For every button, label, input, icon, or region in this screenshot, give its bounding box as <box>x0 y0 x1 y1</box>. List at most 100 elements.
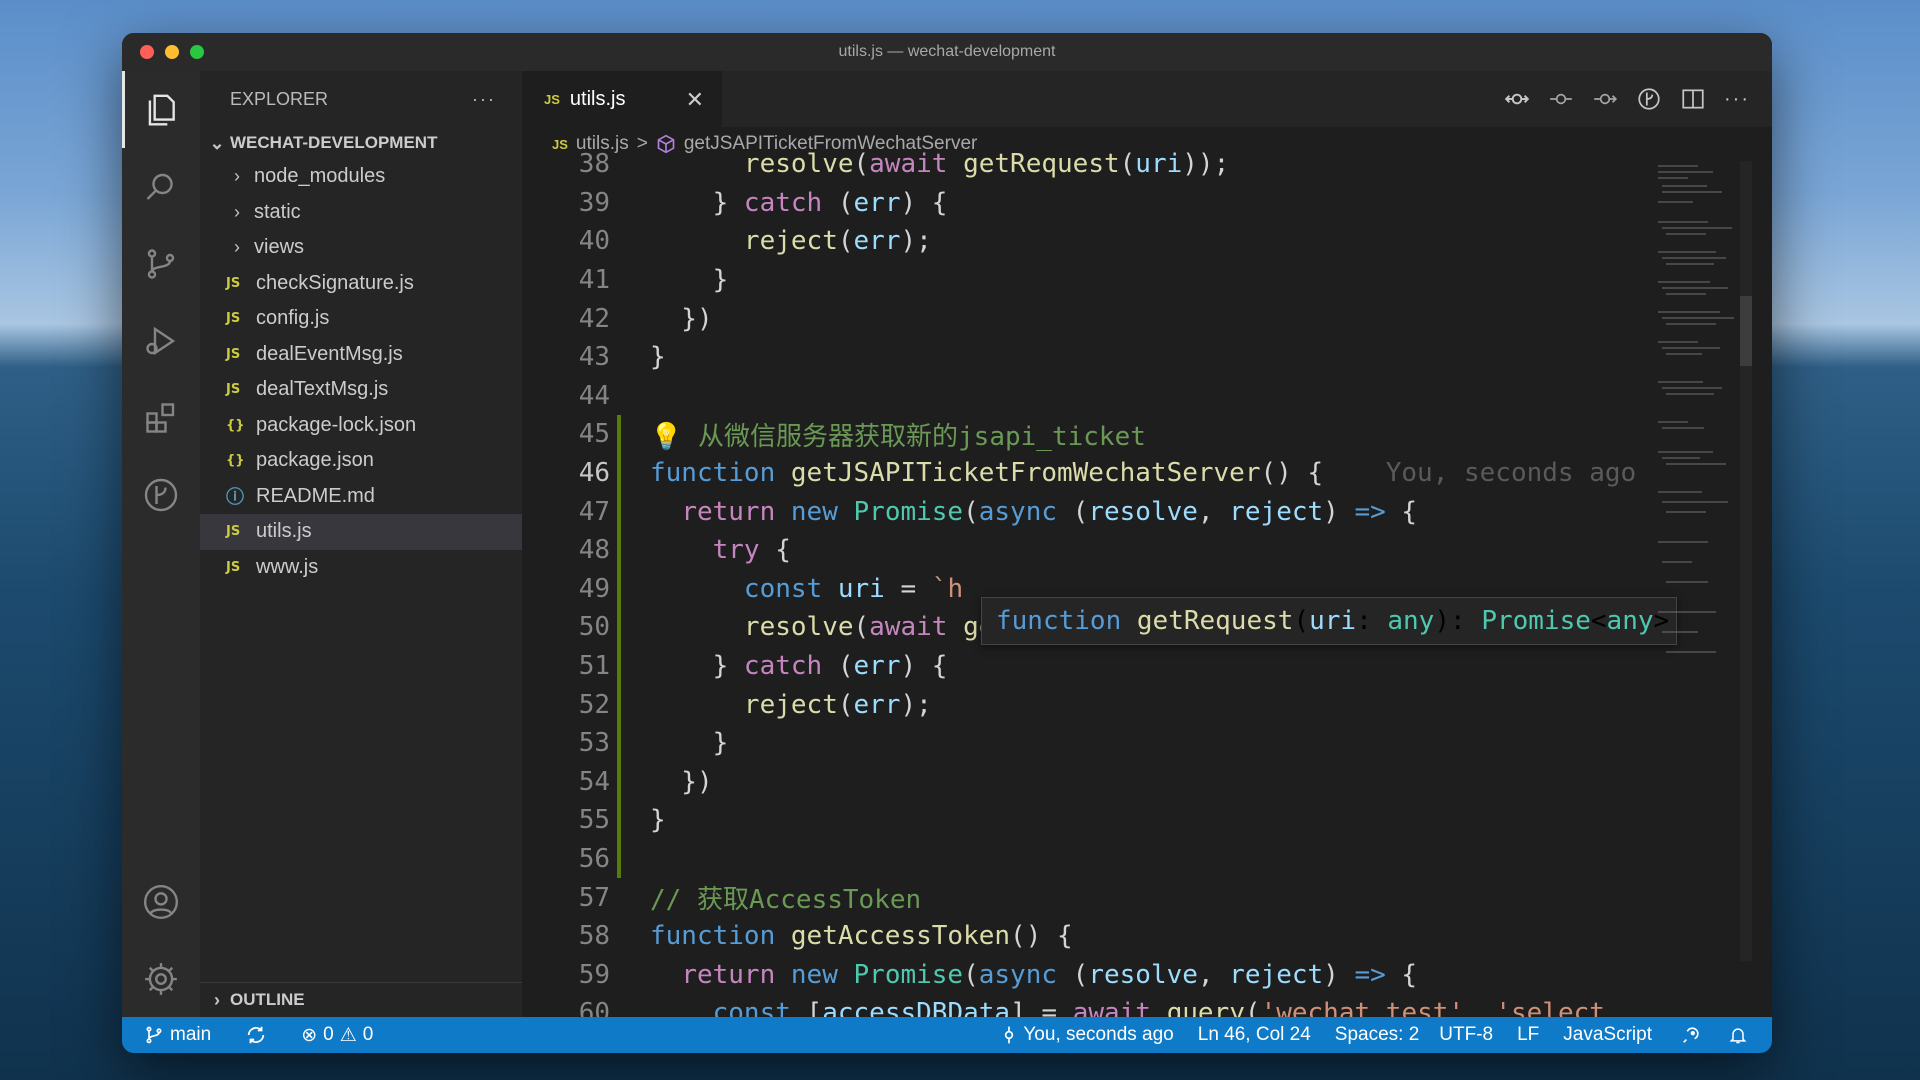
code-token: reject <box>1229 959 1324 990</box>
file-tree-item[interactable]: › static <box>200 195 522 231</box>
git-history-icon[interactable] <box>1636 86 1662 112</box>
code-line[interactable]: 41 } <box>522 261 1652 300</box>
line-number: 43 <box>578 342 610 373</box>
file-tree-item[interactable]: ⓘ README.md <box>200 479 522 515</box>
end-of-line[interactable]: LF <box>1503 1024 1549 1046</box>
problems-indicator[interactable]: ⊗ 0 ⚠ 0 <box>277 1024 383 1047</box>
code-editor[interactable]: 38 resolve(await getRequest(uri)); 39 } c… <box>522 145 1652 1017</box>
extensions-icon[interactable] <box>122 379 200 456</box>
code-line[interactable]: 60 const [accessDBData] = await query('w… <box>522 994 1652 1017</box>
line-number: 40 <box>578 226 610 257</box>
git-commit-icon <box>1005 1026 1014 1044</box>
git-graph-icon[interactable] <box>122 456 200 533</box>
outline-section[interactable]: › OUTLINE <box>200 982 522 1017</box>
minimize-window-button[interactable] <box>165 45 179 59</box>
code-line[interactable]: 52 reject(err); <box>522 685 1652 724</box>
status-bar: main ⊗ 0 ⚠ 0 You, seconds ago Ln 46, Col… <box>122 1017 1772 1053</box>
tab-utils-js[interactable]: JS utils.js ✕ <box>522 71 722 127</box>
feedback-icon[interactable] <box>1662 1024 1712 1046</box>
settings-gear-icon[interactable] <box>122 940 200 1017</box>
code-text: }) <box>610 304 712 334</box>
code-token: uri <box>837 573 885 604</box>
chevron-right-icon: › <box>234 201 240 222</box>
code-line[interactable]: 54 }) <box>522 763 1652 802</box>
code-line[interactable]: 59 return new Promise(async (resolve, re… <box>522 955 1652 994</box>
code-line[interactable]: 46 function getJSAPITicketFromWechatServe… <box>522 454 1652 493</box>
code-text: // 获取AccessToken <box>610 879 921 916</box>
file-tree-label: utils.js <box>256 520 312 543</box>
file-tree-item[interactable]: JS dealEventMsg.js <box>200 337 522 373</box>
previous-change-icon[interactable] <box>1548 86 1574 112</box>
code-line[interactable]: 38 resolve(await getRequest(uri)); <box>522 145 1652 184</box>
code-token: ( <box>822 651 854 682</box>
code-token: () { <box>1010 921 1073 952</box>
code-line[interactable]: 48 try { <box>522 531 1652 570</box>
code-token: () { <box>1260 458 1324 489</box>
code-line[interactable]: 47 return new Promise(async (resolve, re… <box>522 492 1652 531</box>
workspace-folder[interactable]: ⌄ WECHAT-DEVELOPMENT <box>200 127 522 159</box>
file-tree-item[interactable]: JS utils.js <box>200 514 522 550</box>
file-tree-item[interactable]: JS config.js <box>200 301 522 337</box>
code-line[interactable]: 58 function getAccessToken() { <box>522 917 1652 956</box>
code-token: 'select <box>1495 998 1605 1017</box>
line-number: 47 <box>578 496 610 527</box>
run-debug-icon[interactable] <box>122 302 200 379</box>
sync-button[interactable] <box>221 1024 277 1046</box>
code-token: async <box>978 496 1058 527</box>
code-token: await <box>1072 998 1151 1017</box>
code-line[interactable]: 39 } catch (err) { <box>522 184 1652 223</box>
code-line[interactable]: 53 } <box>522 724 1652 763</box>
source-control-icon[interactable] <box>122 225 200 302</box>
search-icon[interactable] <box>122 148 200 225</box>
code-line[interactable]: 56 <box>522 840 1652 879</box>
code-token: ) { <box>900 651 948 682</box>
file-tree-item[interactable]: JS dealTextMsg.js <box>200 372 522 408</box>
file-tree-item[interactable]: JS checkSignature.js <box>200 266 522 302</box>
code-token: ); <box>900 689 932 720</box>
code-line[interactable]: 45 💡 从微信服务器获取新的jsapi_ticket <box>522 415 1652 454</box>
language-mode[interactable]: JavaScript <box>1549 1024 1662 1046</box>
account-icon[interactable] <box>122 863 200 940</box>
file-tree-item[interactable]: {} package.json <box>200 443 522 479</box>
blame-indicator[interactable]: You, seconds ago <box>991 1024 1183 1046</box>
code-line[interactable]: 42 }) <box>522 299 1652 338</box>
code-line[interactable]: 40 reject(err); <box>522 222 1652 261</box>
code-line[interactable]: 43} <box>522 338 1652 377</box>
next-change-icon[interactable] <box>1592 86 1618 112</box>
notifications-bell-icon[interactable] <box>1712 1024 1772 1046</box>
code-token: await <box>869 612 948 643</box>
cursor-position[interactable]: Ln 46, Col 24 <box>1184 1024 1321 1046</box>
error-icon: ⊗ <box>301 1024 318 1046</box>
code-token: } <box>650 265 729 296</box>
code-line[interactable]: 55} <box>522 801 1652 840</box>
branch-name: main <box>170 1024 212 1045</box>
file-tree-item[interactable]: › views <box>200 230 522 266</box>
indentation[interactable]: Spaces: 2 <box>1321 1024 1430 1046</box>
branch-indicator[interactable]: main <box>122 1024 221 1046</box>
file-tree-item[interactable]: {} package-lock.json <box>200 408 522 444</box>
close-tab-icon[interactable]: ✕ <box>686 87 704 113</box>
code-line[interactable]: 44 <box>522 377 1652 416</box>
code-line[interactable]: 57 // 获取AccessToken <box>522 878 1652 917</box>
open-changes-icon[interactable] <box>1504 86 1530 112</box>
more-editor-actions-icon[interactable]: ··· <box>1724 88 1750 111</box>
file-tree-item[interactable]: JS www.js <box>200 550 522 586</box>
file-tree-label: package.json <box>256 449 374 472</box>
explorer-icon[interactable] <box>122 71 200 148</box>
file-tree-label: config.js <box>256 307 330 330</box>
window-controls <box>140 45 204 59</box>
split-editor-icon[interactable] <box>1680 86 1706 112</box>
more-actions-icon[interactable]: ··· <box>472 89 496 110</box>
zoom-window-button[interactable] <box>190 45 204 59</box>
close-window-button[interactable] <box>140 45 154 59</box>
file-tree: › node_modules › static › views JS checkSignatu… <box>200 159 522 585</box>
file-tree-label: static <box>254 200 301 223</box>
git-change-indicator[interactable] <box>617 415 621 879</box>
minimap[interactable] <box>1652 161 1752 1017</box>
encoding[interactable]: UTF-8 <box>1429 1024 1503 1046</box>
file-tree-item[interactable]: › node_modules <box>200 159 522 195</box>
code-line[interactable]: 51 } catch (err) { <box>522 647 1652 686</box>
